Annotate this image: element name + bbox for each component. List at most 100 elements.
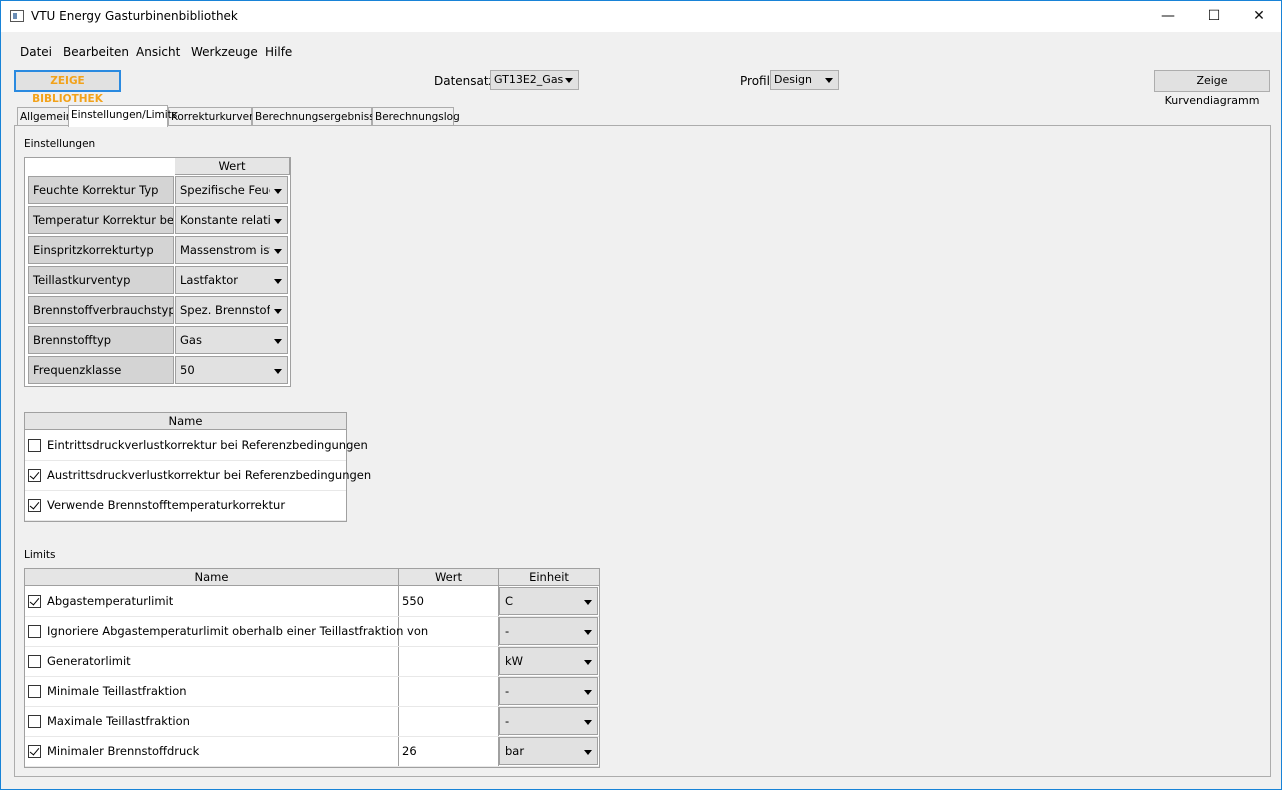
dataset-select[interactable]: GT13E2_Gas [490, 70, 579, 90]
settings-value: Spezifische Feuchte [180, 183, 270, 197]
limit-row: Generatorlimit kW [25, 647, 599, 677]
dataset-value: GT13E2_Gas [494, 73, 564, 86]
option-checkbox[interactable] [28, 469, 41, 482]
profile-value: Design [774, 73, 812, 86]
tab-berechnungslog[interactable]: Berechnungslog [372, 107, 460, 126]
limit-row: Minimale Teillastfraktion - [25, 677, 599, 707]
tab-allgemein[interactable]: Allgemein [17, 107, 72, 126]
option-label: Austrittsdruckverlustkorrektur bei Refer… [47, 468, 372, 482]
app-icon [10, 10, 24, 22]
show-library-button[interactable]: ZEIGE BIBLIOTHEK [14, 70, 121, 105]
limit-value-input[interactable] [402, 714, 494, 732]
settings-value: Lastfaktor [180, 273, 238, 287]
limit-row: Maximale Teillastfraktion - [25, 707, 599, 737]
limit-unit-value: - [505, 684, 510, 698]
tab-panel: Einstellungen Wert Feuchte Korrektur Typ… [14, 125, 1271, 777]
chevron-down-icon [274, 219, 282, 224]
option-row[interactable]: Verwende Brennstofftemperaturkorrektur [25, 491, 346, 521]
settings-value: Konstante relative [180, 213, 270, 227]
profile-select[interactable]: Design [770, 70, 839, 90]
limit-value-input[interactable] [402, 624, 494, 642]
settings-row-label: Feuchte Korrektur Typ [28, 176, 174, 204]
settings-row-label: Temperatur Korrektur bei [28, 206, 174, 234]
limit-checkbox[interactable] [28, 595, 41, 608]
limit-row: Minimaler Brennstoffdruck 26 bar [25, 737, 599, 767]
limit-checkbox[interactable] [28, 715, 41, 728]
limit-value-input[interactable] [402, 684, 494, 702]
settings-value-select[interactable]: Massenstrom ist [175, 236, 288, 264]
menu-ansicht[interactable]: Ansicht [136, 45, 180, 59]
limit-checkbox[interactable] [28, 625, 41, 638]
chevron-down-icon [274, 369, 282, 374]
chevron-down-icon [274, 309, 282, 314]
chevron-down-icon [274, 339, 282, 344]
dataset-label: Datensatz [434, 74, 495, 88]
option-label: Verwende Brennstofftemperaturkorrektur [47, 498, 286, 512]
show-curve-diagram-button[interactable]: Zeige Kurvendiagramm [1154, 70, 1270, 107]
limit-value-input[interactable]: 550 [402, 594, 494, 612]
limits-unit-header: Einheit [499, 569, 599, 586]
settings-row-label: Teillastkurventyp [28, 266, 174, 294]
title-bar: VTU Energy Gasturbinenbibliothek — ☐ ✕ [1, 1, 1281, 32]
chevron-down-icon [274, 249, 282, 254]
option-checkbox[interactable] [28, 499, 41, 512]
limits-section-label: Limits [24, 549, 56, 561]
tab-berechnungsergebnisse[interactable]: Berechnungsergebnisse [252, 107, 381, 126]
option-checkbox[interactable] [28, 439, 41, 452]
limit-name: Minimale Teillastfraktion [47, 684, 187, 698]
option-row[interactable]: Eintrittsdruckverlustkorrektur bei Refer… [25, 431, 368, 461]
limit-unit-value: - [505, 624, 510, 638]
settings-value: 50 [180, 363, 195, 377]
settings-value: Gas [180, 333, 202, 347]
limit-row: Abgastemperaturlimit 550 C [25, 587, 599, 617]
chevron-down-icon [565, 78, 573, 83]
value-column-header: Wert [175, 158, 290, 175]
limit-name: Maximale Teillastfraktion [47, 714, 190, 728]
settings-section-label: Einstellungen [24, 138, 96, 150]
settings-value: Spez. Brennstoffb [180, 303, 270, 317]
limit-name: Ignoriere Abgastemperaturlimit oberhalb … [47, 624, 429, 638]
menu-datei[interactable]: Datei [20, 45, 52, 59]
chevron-down-icon [274, 189, 282, 194]
settings-row-label: Einspritzkorrekturtyp [28, 236, 174, 264]
settings-value-select[interactable]: Lastfaktor [175, 266, 288, 294]
chevron-down-icon [584, 600, 592, 605]
limit-checkbox[interactable] [28, 745, 41, 758]
limit-unit-select[interactable]: C [499, 587, 598, 615]
option-label: Eintrittsdruckverlustkorrektur bei Refer… [47, 438, 368, 452]
limit-unit-select[interactable]: - [499, 677, 598, 705]
option-row[interactable]: Austrittsdruckverlustkorrektur bei Refer… [25, 461, 371, 491]
limit-value-input[interactable]: 26 [402, 744, 494, 762]
limit-unit-select[interactable]: kW [499, 647, 598, 675]
chevron-down-icon [584, 630, 592, 635]
limit-unit-select[interactable]: - [499, 617, 598, 645]
limit-value-input[interactable] [402, 654, 494, 672]
chevron-down-icon [584, 750, 592, 755]
settings-value-select[interactable]: 50 [175, 356, 288, 384]
menu-bearbeiten[interactable]: Bearbeiten [63, 45, 129, 59]
close-icon[interactable]: ✕ [1236, 1, 1282, 32]
limit-unit-value: bar [505, 744, 525, 758]
limits-grid: Name Wert Einheit Abgastemperaturlimit 55… [24, 568, 600, 768]
limit-checkbox[interactable] [28, 655, 41, 668]
limit-unit-value: C [505, 594, 514, 608]
settings-row-label: Brennstofftyp [28, 326, 174, 354]
maximize-icon[interactable]: ☐ [1191, 1, 1237, 32]
menu-werkzeuge[interactable]: Werkzeuge [191, 45, 258, 59]
settings-value-select[interactable]: Spezifische Feuchte [175, 176, 288, 204]
tab-einstellungen-limits[interactable]: Einstellungen/Limits [68, 105, 177, 127]
chevron-down-icon [584, 720, 592, 725]
limit-unit-select[interactable]: - [499, 707, 598, 735]
limit-name: Abgastemperaturlimit [47, 594, 174, 608]
menu-hilfe[interactable]: Hilfe [265, 45, 292, 59]
profile-label: Profil [740, 74, 770, 88]
settings-value-select[interactable]: Konstante relative [175, 206, 288, 234]
limit-unit-select[interactable]: bar [499, 737, 598, 765]
settings-value: Massenstrom ist [180, 243, 270, 257]
limit-checkbox[interactable] [28, 685, 41, 698]
minimize-icon[interactable]: — [1145, 1, 1191, 32]
chevron-down-icon [274, 279, 282, 284]
settings-value-select[interactable]: Spez. Brennstoffb [175, 296, 288, 324]
tab-korrekturkurven[interactable]: Korrekturkurven [168, 107, 256, 126]
settings-value-select[interactable]: Gas [175, 326, 288, 354]
